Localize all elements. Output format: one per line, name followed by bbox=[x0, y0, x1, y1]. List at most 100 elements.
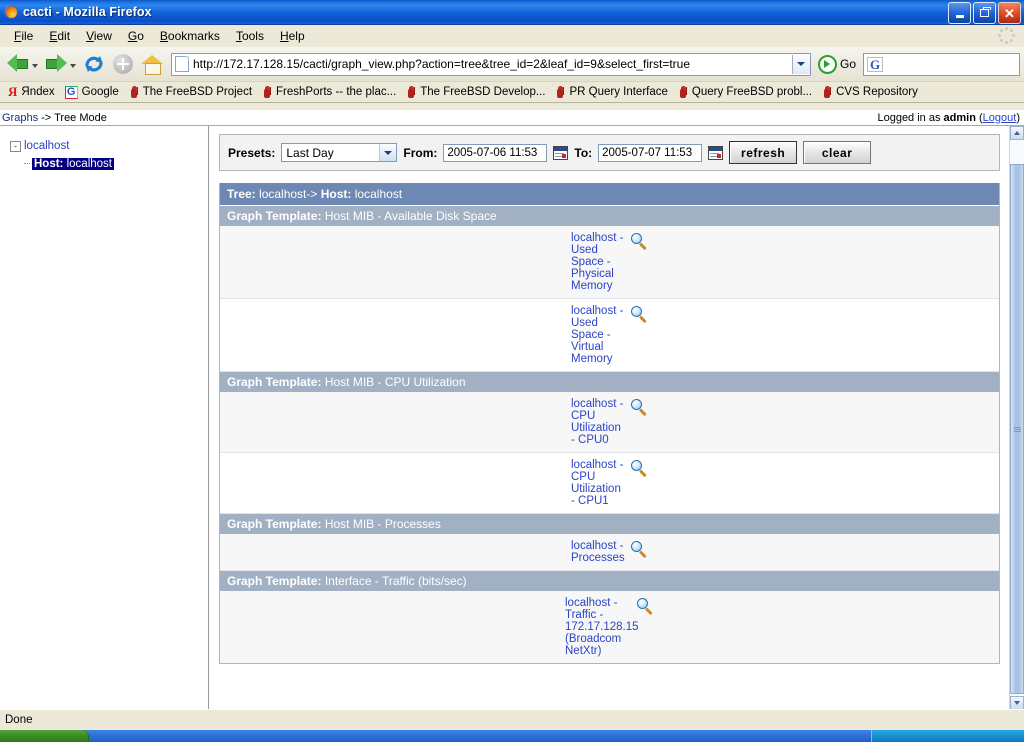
reload-icon[interactable] bbox=[83, 53, 105, 75]
bookmark-label: CVS Repository bbox=[836, 86, 918, 98]
bookmark-google[interactable]: G Google bbox=[61, 85, 123, 100]
logout-link[interactable]: Logout bbox=[983, 112, 1017, 124]
address-input[interactable]: http://172.17.128.15/cacti/graph_view.ph… bbox=[193, 57, 792, 71]
search-input[interactable]: G bbox=[863, 52, 1020, 76]
magnifier-icon[interactable] bbox=[631, 233, 648, 251]
cacti-header: Graphs -> Tree Mode Logged in as admin (… bbox=[0, 110, 1024, 126]
bookmark-yandex[interactable]: Я Яndex bbox=[4, 83, 59, 101]
address-bar[interactable]: http://172.17.128.15/cacti/graph_view.ph… bbox=[171, 52, 811, 76]
from-calendar-icon[interactable] bbox=[553, 145, 569, 160]
tree-selected-item[interactable]: Host: localhost bbox=[32, 158, 114, 170]
go-button[interactable]: Go bbox=[813, 54, 861, 74]
tree-node-localhost[interactable]: - localhost bbox=[10, 140, 208, 152]
home-icon[interactable] bbox=[141, 54, 163, 75]
menu-help[interactable]: Help bbox=[272, 27, 313, 45]
bookmark-cvs-repository[interactable]: CVS Repository bbox=[818, 85, 922, 100]
window-title: cacti - Mozilla Firefox bbox=[23, 5, 152, 19]
throbber-icon bbox=[998, 27, 1016, 45]
graph-title[interactable]: localhost - Used Space - Physical Memory bbox=[571, 232, 625, 292]
magnifier-icon[interactable] bbox=[631, 541, 648, 559]
freebsd-daemon-icon bbox=[129, 85, 139, 99]
freebsd-daemon-icon bbox=[678, 85, 688, 99]
template-label: Graph Template: bbox=[227, 375, 322, 389]
tree-root-label[interactable]: localhost bbox=[24, 140, 69, 152]
graph-row[interactable]: localhost - Traffic - 172.17.128.15 (Bro… bbox=[220, 591, 999, 663]
forward-button[interactable] bbox=[42, 52, 78, 76]
magnifier-icon[interactable] bbox=[637, 598, 654, 616]
presets-value: Last Day bbox=[286, 145, 334, 160]
close-button[interactable]: ✕ bbox=[998, 2, 1021, 24]
magnifier-icon[interactable] bbox=[631, 306, 648, 324]
bookmarks-toolbar: Я Яndex G Google The FreeBSD Project Fre… bbox=[0, 82, 1024, 103]
scrollbar-track[interactable] bbox=[1010, 140, 1024, 696]
forward-dropdown-icon[interactable] bbox=[70, 64, 76, 68]
title-bar: cacti - Mozilla Firefox ✕ bbox=[0, 0, 1024, 25]
scroll-down-button[interactable] bbox=[1010, 696, 1024, 710]
go-label: Go bbox=[839, 57, 856, 71]
graph-row[interactable]: localhost - Used Space - Virtual Memory bbox=[220, 299, 999, 372]
graph-title[interactable]: localhost - CPU Utilization - CPU1 bbox=[571, 459, 625, 507]
scrollbar-thumb[interactable] bbox=[1010, 164, 1024, 694]
menu-bookmarks[interactable]: Bookmarks bbox=[152, 27, 228, 45]
magnifier-icon[interactable] bbox=[631, 460, 648, 478]
graph-row[interactable]: localhost - Used Space - Physical Memory bbox=[220, 226, 999, 299]
graph-title[interactable]: localhost - Traffic - 172.17.128.15 (Bro… bbox=[565, 597, 639, 657]
back-button[interactable] bbox=[4, 52, 40, 76]
go-icon bbox=[817, 54, 837, 74]
tree-node-host-localhost[interactable]: Host: localhost bbox=[24, 158, 208, 170]
from-input[interactable]: 2005-07-06 11:53 bbox=[443, 143, 548, 162]
presets-label: Presets: bbox=[228, 145, 276, 160]
minimize-button[interactable] bbox=[948, 2, 971, 24]
bookmark-query-freebsd[interactable]: Query FreeBSD probl... bbox=[674, 85, 816, 100]
graph-list: Tree: localhost-> Host: localhost Graph … bbox=[219, 183, 1000, 664]
template-name: Host MIB - CPU Utilization bbox=[324, 375, 466, 389]
bookmark-freebsd-developers[interactable]: The FreeBSD Develop... bbox=[402, 85, 549, 100]
menu-view[interactable]: View bbox=[78, 27, 120, 45]
bookmark-pr-query[interactable]: PR Query Interface bbox=[551, 85, 671, 100]
back-dropdown-icon[interactable] bbox=[32, 64, 38, 68]
magnifier-icon[interactable] bbox=[631, 399, 648, 417]
bookmark-freshports[interactable]: FreshPorts -- the plac... bbox=[258, 85, 400, 100]
login-status: Logged in as admin (Logout) bbox=[877, 112, 1020, 124]
scroll-up-button[interactable] bbox=[1010, 126, 1024, 140]
to-input[interactable]: 2005-07-07 11:53 bbox=[598, 143, 703, 162]
address-dropdown-icon[interactable] bbox=[791, 54, 810, 74]
vertical-scrollbar[interactable] bbox=[1009, 126, 1024, 710]
maximize-button[interactable] bbox=[973, 2, 996, 24]
graph-row[interactable]: localhost - CPU Utilization - CPU1 bbox=[220, 453, 999, 514]
bookmark-freebsd-project[interactable]: The FreeBSD Project bbox=[125, 85, 256, 100]
start-button[interactable] bbox=[0, 730, 89, 742]
menu-go[interactable]: Go bbox=[120, 27, 152, 45]
breadcrumb: Graphs -> Tree Mode bbox=[2, 112, 107, 124]
status-text: Done bbox=[5, 714, 33, 726]
graph-row[interactable]: localhost - CPU Utilization - CPU0 bbox=[220, 392, 999, 453]
menu-file[interactable]: File bbox=[6, 27, 41, 45]
tree-sidebar: - localhost Host: localhost bbox=[0, 126, 209, 710]
graph-row[interactable]: localhost - Processes bbox=[220, 534, 999, 571]
refresh-button[interactable]: refresh bbox=[729, 141, 798, 164]
bookmark-label: Query FreeBSD probl... bbox=[691, 86, 813, 98]
google-search-icon[interactable]: G bbox=[867, 56, 884, 72]
menu-edit[interactable]: Edit bbox=[41, 27, 78, 45]
firefox-icon bbox=[3, 4, 19, 20]
menu-tools[interactable]: Tools bbox=[228, 27, 272, 45]
graph-title[interactable]: localhost - Processes bbox=[571, 540, 625, 564]
chevron-down-icon[interactable] bbox=[379, 144, 397, 161]
tree-connector-icon bbox=[24, 163, 30, 165]
stop-icon[interactable] bbox=[113, 54, 133, 74]
collapse-icon[interactable]: - bbox=[10, 140, 21, 152]
template-header: Graph Template: Interface - Traffic (bit… bbox=[220, 571, 999, 591]
taskbar-items[interactable] bbox=[89, 730, 871, 742]
breadcrumb-section[interactable]: Graphs bbox=[2, 112, 38, 124]
to-calendar-icon[interactable] bbox=[708, 145, 724, 160]
graph-title[interactable]: localhost - Used Space - Virtual Memory bbox=[571, 305, 625, 365]
system-tray[interactable] bbox=[871, 730, 1024, 742]
freebsd-daemon-icon bbox=[555, 85, 565, 99]
graph-title[interactable]: localhost - CPU Utilization - CPU0 bbox=[571, 398, 625, 446]
main-content: Presets: Last Day From: 2005-07-06 11:53… bbox=[209, 126, 1010, 710]
template-header: Graph Template: Host MIB - Processes bbox=[220, 514, 999, 534]
presets-select[interactable]: Last Day bbox=[281, 143, 398, 162]
host-label: Host: bbox=[320, 187, 352, 201]
clear-button[interactable]: clear bbox=[803, 141, 872, 164]
menu-bar: File Edit View Go Bookmarks Tools Help bbox=[0, 25, 1024, 47]
